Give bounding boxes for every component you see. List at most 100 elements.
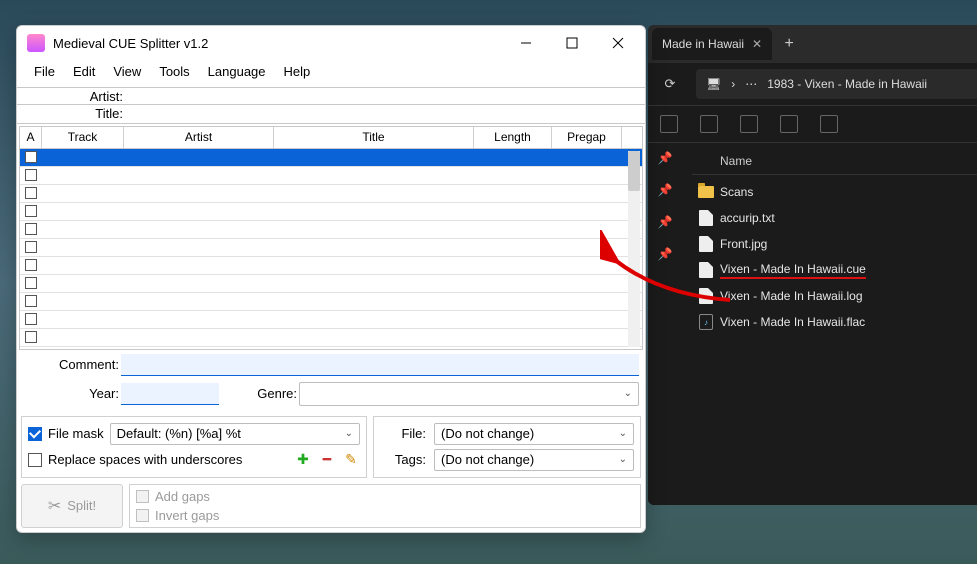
row-checkbox[interactable]	[25, 313, 37, 325]
name-column-header[interactable]: Name	[720, 154, 977, 168]
file-name: Scans	[720, 185, 753, 199]
replace-spaces-label: Replace spaces with underscores	[48, 452, 242, 467]
remove-mask-icon[interactable]: ━	[318, 451, 336, 469]
file-type-select[interactable]: (Do not change) ⌄	[434, 423, 634, 445]
titlebar[interactable]: Medieval CUE Splitter v1.2	[17, 26, 645, 60]
table-row[interactable]	[20, 167, 642, 185]
table-row[interactable]	[20, 347, 642, 350]
minimize-button[interactable]	[503, 28, 549, 58]
table-row[interactable]	[20, 239, 642, 257]
row-checkbox[interactable]	[25, 277, 37, 289]
file-mask-checkbox[interactable]	[28, 427, 42, 441]
breadcrumb[interactable]: 🖥 › ⋯ 1983 - Vixen - Made in Hawaii	[696, 69, 977, 99]
audio-file-icon: ♪	[699, 314, 713, 330]
invert-gaps-checkbox[interactable]	[136, 509, 149, 522]
menu-edit[interactable]: Edit	[64, 62, 104, 81]
add-mask-icon[interactable]: ✚	[294, 451, 312, 469]
track-table: A Track Artist Title Length Pregap	[19, 126, 643, 350]
invert-gaps-label: Invert gaps	[155, 508, 219, 523]
table-row[interactable]	[20, 311, 642, 329]
delete-icon[interactable]	[820, 115, 838, 133]
row-checkbox[interactable]	[25, 241, 37, 253]
explorer-list-header[interactable]: Name	[692, 147, 977, 175]
col-pregap[interactable]: Pregap	[552, 127, 622, 148]
scrollbar[interactable]	[628, 151, 640, 347]
col-track[interactable]: Track	[42, 127, 124, 148]
table-row[interactable]	[20, 221, 642, 239]
copy-icon[interactable]	[660, 115, 678, 133]
file-row[interactable]: ♪Vixen - Made In Hawaii.flac	[692, 309, 977, 335]
genre-select[interactable]: ⌄	[299, 382, 639, 406]
pin-icon[interactable]: 📌	[658, 151, 673, 165]
meta-title-row: Title:	[17, 105, 645, 123]
close-button[interactable]	[595, 28, 641, 58]
col-artist[interactable]: Artist	[124, 127, 274, 148]
table-row[interactable]	[20, 329, 642, 347]
explorer-tab[interactable]: Made in Hawaii ✕	[652, 28, 772, 60]
genre-label: Genre:	[229, 386, 299, 401]
replace-spaces-checkbox[interactable]	[28, 453, 42, 467]
row-checkbox[interactable]	[25, 295, 37, 307]
new-tab-button[interactable]: +	[772, 35, 806, 53]
menu-language[interactable]: Language	[199, 62, 275, 81]
col-title[interactable]: Title	[274, 127, 474, 148]
menu-file[interactable]: File	[25, 62, 64, 81]
comment-input[interactable]	[121, 354, 639, 376]
table-row[interactable]	[20, 293, 642, 311]
table-row[interactable]	[20, 185, 642, 203]
row-checkbox[interactable]	[25, 349, 37, 350]
tags-label: Tags:	[380, 452, 428, 467]
pin-icon[interactable]: 📌	[658, 183, 673, 197]
chevron-down-icon: ⌄	[345, 428, 353, 439]
share-icon[interactable]	[780, 115, 798, 133]
row-checkbox[interactable]	[25, 187, 37, 199]
row-checkbox[interactable]	[25, 223, 37, 235]
file-name: Vixen - Made In Hawaii.log	[720, 289, 863, 303]
pin-icon[interactable]: 📌	[658, 247, 673, 261]
year-input[interactable]	[121, 383, 219, 405]
menu-help[interactable]: Help	[275, 62, 320, 81]
explorer-file-list: Name Scansaccurip.txtFront.jpgVixen - Ma…	[682, 143, 977, 505]
file-icon	[699, 236, 713, 252]
monitor-icon: 🖥	[706, 77, 721, 91]
table-row[interactable]	[20, 275, 642, 293]
file-mask-value: Default: (%n) [%a] %t	[117, 426, 241, 441]
comment-label: Comment:	[23, 357, 121, 372]
file-row[interactable]: Scans	[692, 179, 977, 205]
add-gaps-checkbox[interactable]	[136, 490, 149, 503]
table-row[interactable]	[20, 257, 642, 275]
more-icon[interactable]: ⋯	[745, 77, 757, 91]
file-icon	[699, 210, 713, 226]
refresh-icon[interactable]: ⟳	[658, 72, 682, 96]
col-length[interactable]: Length	[474, 127, 552, 148]
row-checkbox[interactable]	[25, 259, 37, 271]
close-tab-icon[interactable]: ✕	[752, 37, 762, 51]
row-checkbox[interactable]	[25, 169, 37, 181]
file-mask-select[interactable]: Default: (%n) [%a] %t ⌄	[110, 423, 360, 445]
col-a[interactable]: A	[20, 127, 42, 148]
row-checkbox[interactable]	[25, 151, 37, 163]
chevron-down-icon: ⌄	[624, 388, 632, 399]
options-left: File mask Default: (%n) [%a] %t ⌄ Replac…	[21, 416, 367, 478]
menu-tools[interactable]: Tools	[150, 62, 198, 81]
file-row[interactable]: accurip.txt	[692, 205, 977, 231]
pin-icon[interactable]: 📌	[658, 215, 673, 229]
scrollbar-thumb[interactable]	[628, 151, 640, 191]
edit-mask-icon[interactable]: ✎	[342, 451, 360, 469]
file-row[interactable]: Vixen - Made In Hawaii.log	[692, 283, 977, 309]
paste-icon[interactable]	[700, 115, 718, 133]
explorer-tab-label: Made in Hawaii	[662, 37, 744, 51]
menu-view[interactable]: View	[104, 62, 150, 81]
breadcrumb-current: 1983 - Vixen - Made in Hawaii	[767, 77, 927, 91]
table-row[interactable]	[20, 149, 642, 167]
split-button[interactable]: ✂ Split!	[21, 484, 123, 528]
file-row[interactable]: Front.jpg	[692, 231, 977, 257]
tags-select[interactable]: (Do not change) ⌄	[434, 449, 634, 471]
cue-splitter-window: Medieval CUE Splitter v1.2 File Edit Vie…	[16, 25, 646, 533]
row-checkbox[interactable]	[25, 205, 37, 217]
rename-icon[interactable]	[740, 115, 758, 133]
maximize-button[interactable]	[549, 28, 595, 58]
file-row[interactable]: Vixen - Made In Hawaii.cue	[692, 257, 977, 283]
table-row[interactable]	[20, 203, 642, 221]
row-checkbox[interactable]	[25, 331, 37, 343]
